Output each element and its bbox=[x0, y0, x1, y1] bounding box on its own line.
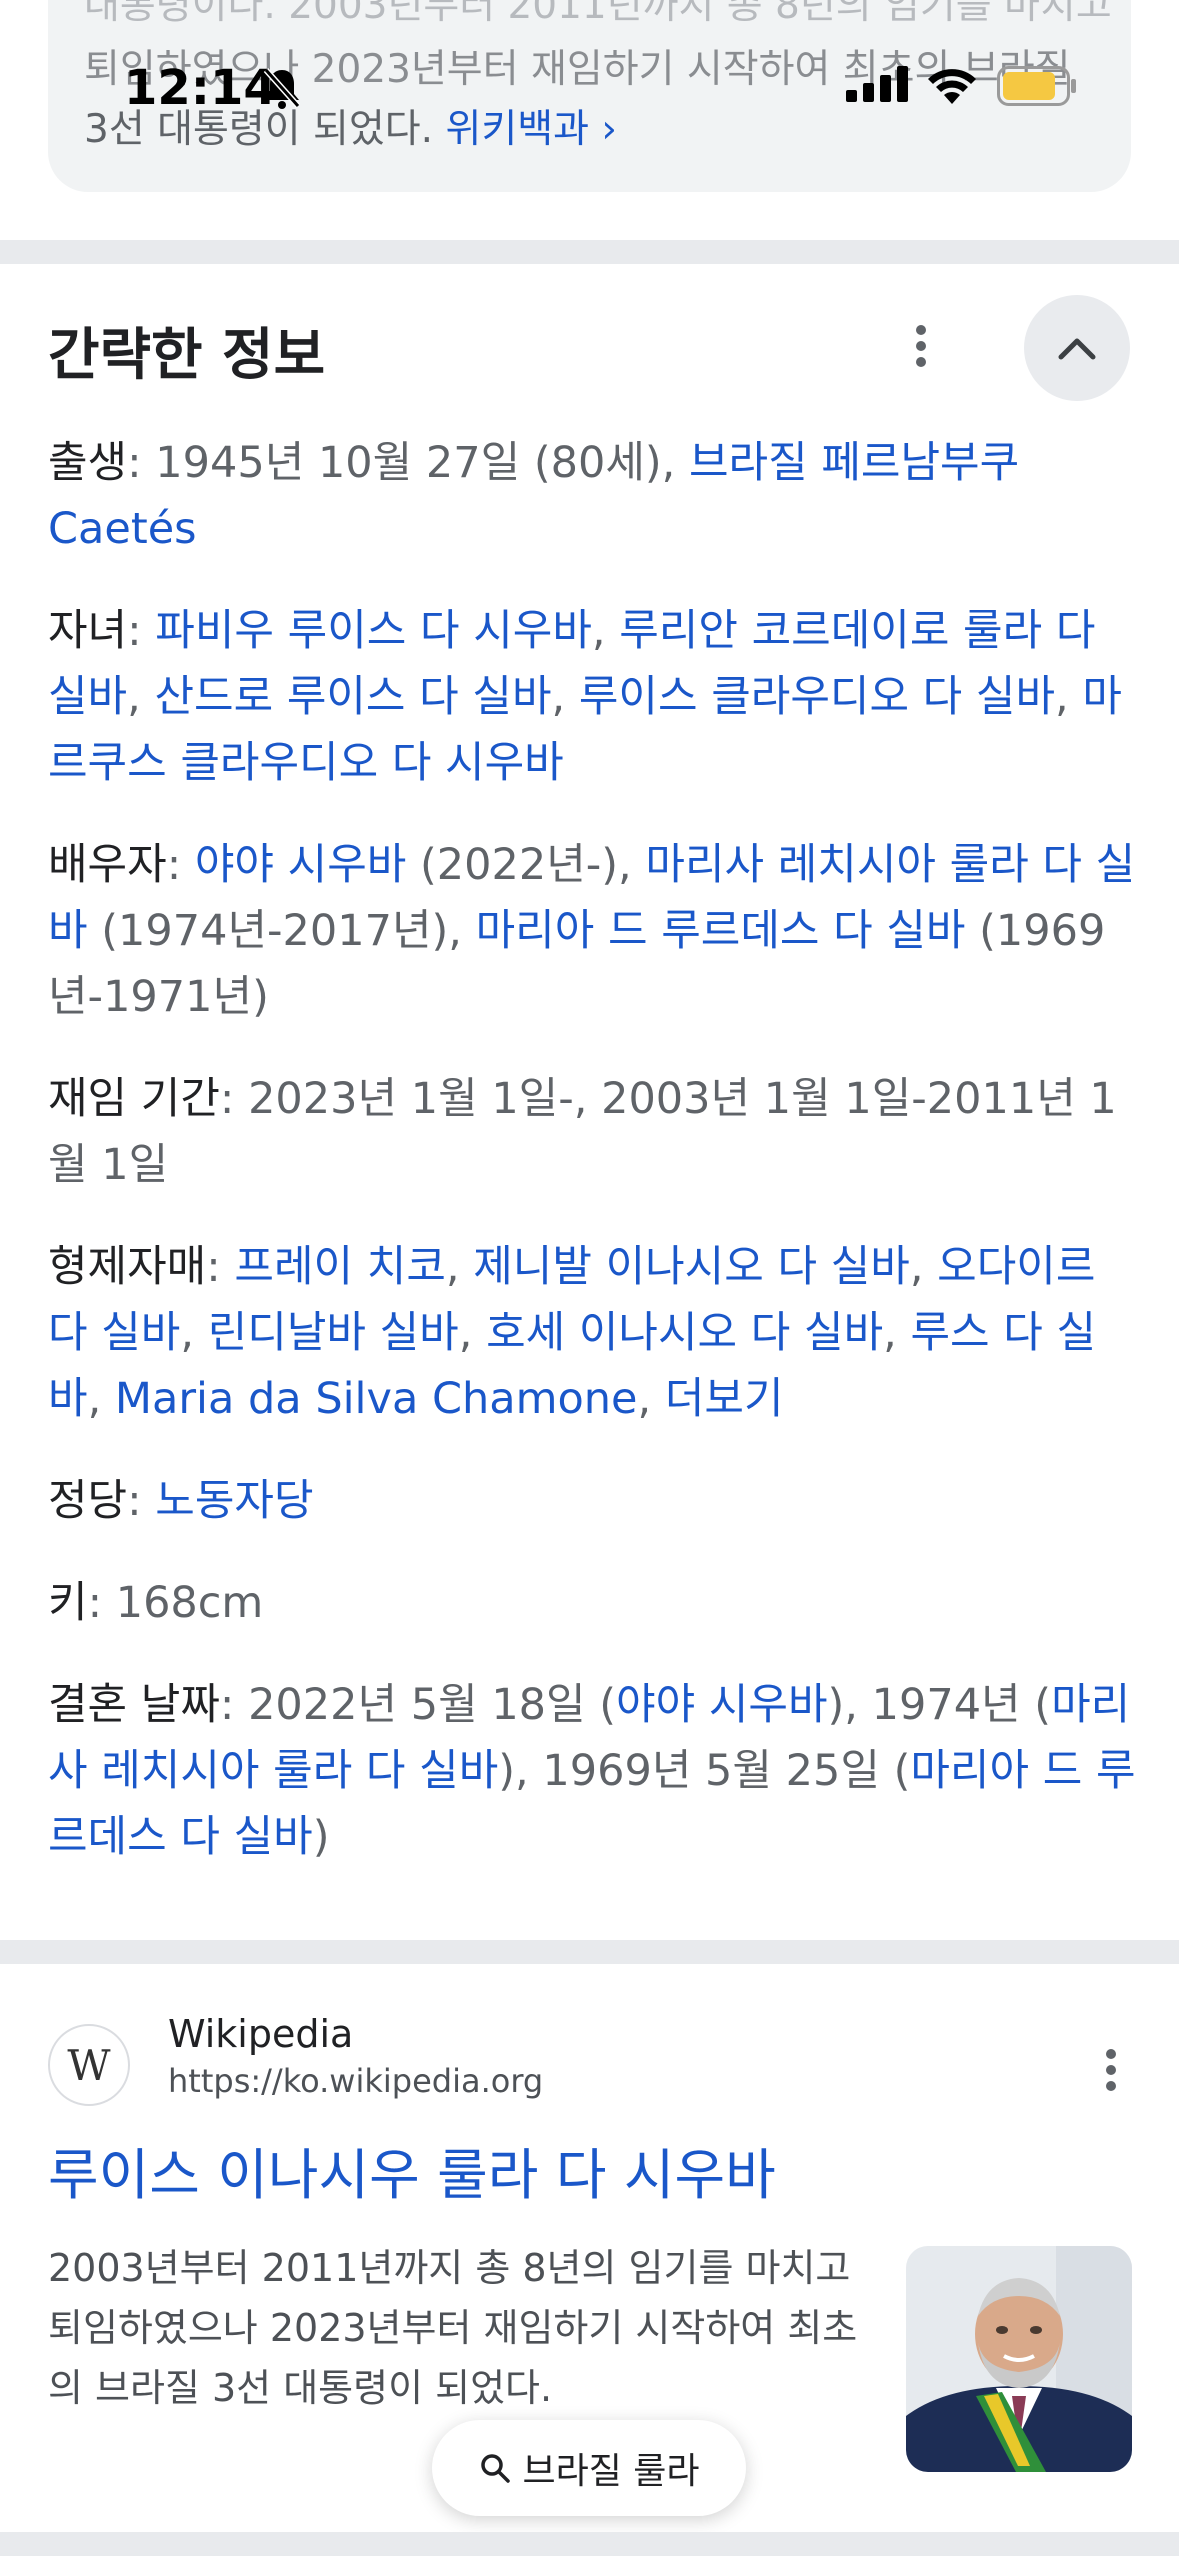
status-bar: 12:14 bbox=[0, 0, 1179, 150]
search-chip-button[interactable]: 브라질 룰라 bbox=[432, 2420, 746, 2516]
search-icon bbox=[481, 2454, 511, 2483]
spouse-link[interactable]: 야야 시우바 bbox=[195, 840, 406, 890]
fact-birth: 출생: 1945년 10월 27일 (80세), 브라질 페르남부쿠 Caeté… bbox=[48, 430, 1138, 562]
marriage-spouse-link[interactable]: 야야 시우바 bbox=[616, 1680, 827, 1730]
result-snippet: 2003년부터 2011년까지 총 8년의 임기를 마치고 퇴임하였으나 202… bbox=[48, 2246, 858, 2410]
fact-height: 키: 168cm bbox=[48, 1570, 1138, 1636]
fact-label: 형제자매 bbox=[48, 1242, 207, 1292]
facts-list: 출생: 1945년 10월 27일 (80세), 브라질 페르남부쿠 Caeté… bbox=[48, 430, 1138, 1906]
fact-value: : 1945년 10월 27일 (80세), bbox=[127, 438, 689, 488]
section-divider bbox=[0, 1940, 1179, 1964]
spouse-link[interactable]: 마리아 드 루르데스 다 실바 bbox=[476, 906, 966, 956]
section-divider bbox=[0, 240, 1179, 264]
portrait-image bbox=[906, 2246, 1132, 2472]
marriage-date: ), 1969년 5월 25일 ( bbox=[498, 1746, 911, 1796]
fact-party: 정당: 노동자당 bbox=[48, 1476, 314, 1526]
wifi-icon bbox=[928, 69, 976, 104]
party-link[interactable]: 노동자당 bbox=[155, 1476, 313, 1526]
clock: 12:14 bbox=[124, 60, 277, 116]
battery-icon bbox=[997, 66, 1076, 106]
wikipedia-logo-icon[interactable]: W bbox=[48, 2024, 130, 2106]
fact-label: 배우자 bbox=[48, 840, 167, 890]
spouse-years: (2022년-), bbox=[406, 840, 646, 890]
fact-siblings: 형제자매: 프레이 치코, 제니발 이나시오 다 실바, 오다이르 다 실바, … bbox=[48, 1242, 1097, 1424]
child-link[interactable]: 파비우 루이스 다 시우바 bbox=[155, 606, 592, 656]
marriage-date: ), 1974년 ( bbox=[827, 1680, 1052, 1730]
child-link[interactable]: 산드로 루이스 다 실바 bbox=[154, 672, 551, 722]
fact-spouse: 배우자: 야야 시우바 (2022년-), 마리사 레치시아 룰라 다 실바 (… bbox=[48, 840, 1136, 1022]
more-options-icon[interactable] bbox=[896, 310, 946, 382]
fact-label: 출생 bbox=[48, 438, 128, 488]
fact-label: 결혼 날짜 bbox=[48, 1680, 220, 1730]
more-siblings-link[interactable]: 더보기 bbox=[665, 1374, 784, 1424]
child-link[interactable]: 루이스 클라우디오 다 실바 bbox=[579, 672, 1055, 722]
sibling-link[interactable]: 린디날바 실바 bbox=[208, 1308, 459, 1358]
result-title-link[interactable]: 루이스 이나시우 룰라 다 시우바 bbox=[48, 2130, 776, 2210]
info-panel-title: 간략한 정보 bbox=[48, 323, 326, 388]
collapse-button[interactable] bbox=[1024, 295, 1130, 401]
search-chip-label: 브라질 룰라 bbox=[522, 2451, 700, 2492]
fact-label: 재임 기간 bbox=[48, 1074, 220, 1124]
fact-marriage: 결혼 날짜: 2022년 5월 18일 (야야 시우바), 1974년 (마리사… bbox=[48, 1672, 1138, 1870]
result-thumbnail[interactable] bbox=[906, 2246, 1132, 2472]
sibling-link[interactable]: Maria da Silva Chamone bbox=[115, 1374, 638, 1424]
marriage-date: ) bbox=[312, 1812, 330, 1862]
sibling-link[interactable]: 프레이 치코 bbox=[234, 1242, 445, 1292]
sibling-link[interactable]: 호세 이나시오 다 실바 bbox=[486, 1308, 883, 1358]
chevron-up-icon bbox=[1058, 338, 1096, 360]
fact-children: 자녀: 파비우 루이스 다 시우바, 루리안 코르데이로 룰라 다 실바, 산드… bbox=[48, 606, 1122, 788]
spouse-years: (1974년-2017년), bbox=[87, 906, 476, 956]
fact-label: 정당 bbox=[48, 1476, 128, 1526]
sibling-link[interactable]: 제니발 이나시오 다 실바 bbox=[473, 1242, 910, 1292]
section-divider bbox=[0, 2532, 1179, 2556]
fact-term: 재임 기간: 2023년 1월 1일-, 2003년 1월 1일-2011년 1… bbox=[48, 1066, 1138, 1198]
source-url[interactable]: https://ko.wikipedia.org bbox=[168, 2062, 543, 2100]
silent-bell-icon bbox=[263, 68, 301, 109]
cellular-signal-icon bbox=[846, 66, 908, 102]
marriage-date: : 2022년 5월 18일 ( bbox=[219, 1680, 617, 1730]
result-more-options-icon[interactable] bbox=[1086, 2040, 1136, 2100]
fact-label: 키 bbox=[48, 1578, 88, 1628]
fact-label: 자녀 bbox=[48, 606, 128, 656]
fact-value: : 168cm bbox=[87, 1578, 264, 1628]
source-name[interactable]: Wikipedia bbox=[168, 2012, 353, 2056]
